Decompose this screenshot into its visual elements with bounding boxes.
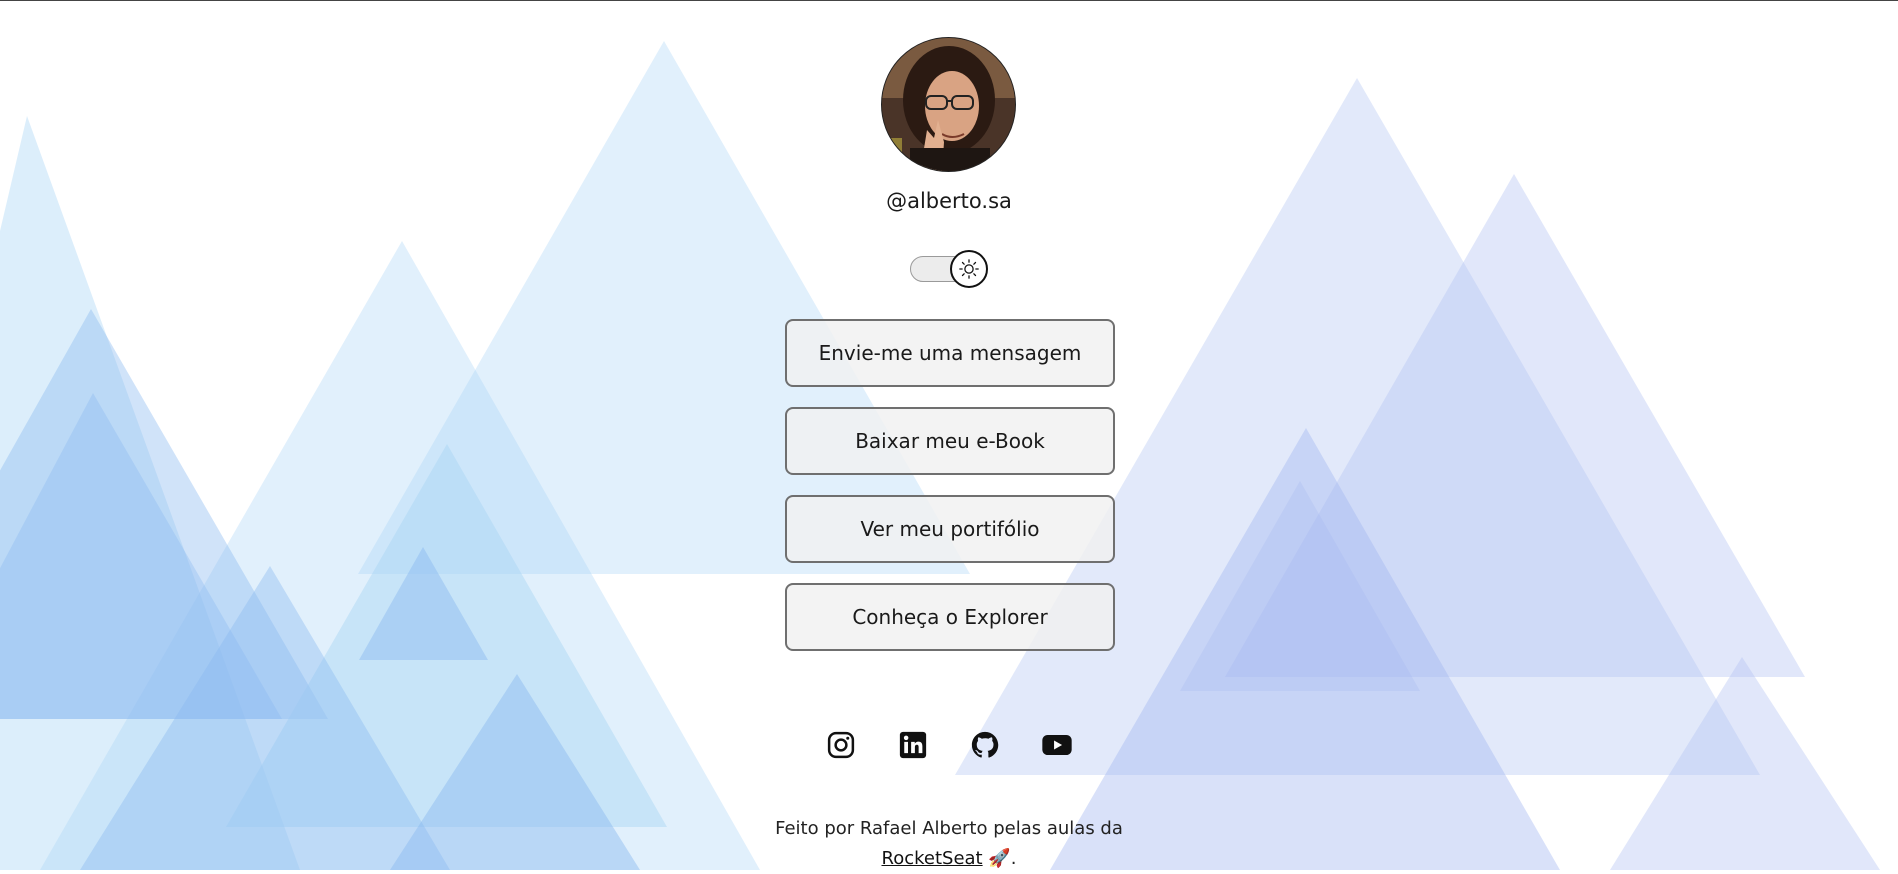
link-button-portfolio[interactable]: Ver meu portifólio bbox=[785, 495, 1115, 563]
instagram-link[interactable] bbox=[823, 727, 859, 763]
linkedin-link[interactable] bbox=[895, 727, 931, 763]
profile-handle: @alberto.sa bbox=[886, 189, 1012, 213]
link-button-message[interactable]: Envie-me uma mensagem bbox=[785, 319, 1115, 387]
theme-toggle[interactable] bbox=[910, 250, 990, 288]
footer-period: . bbox=[1010, 848, 1017, 869]
footer-text: Feito por Rafael Alberto pelas aulas da bbox=[775, 818, 1123, 839]
avatar bbox=[881, 37, 1016, 172]
page-content: @alberto.sa Envie-me uma mensagem Baixar… bbox=[0, 1, 1898, 870]
sun-icon bbox=[959, 259, 979, 279]
link-list: Envie-me uma mensagem Baixar meu e-Book … bbox=[785, 319, 1115, 671]
link-button-ebook[interactable]: Baixar meu e-Book bbox=[785, 407, 1115, 475]
footer-line-2: RocketSeat 🚀. bbox=[749, 844, 1149, 874]
youtube-link[interactable] bbox=[1039, 727, 1075, 763]
rocketseat-link[interactable]: RocketSeat bbox=[882, 848, 983, 869]
github-icon bbox=[971, 731, 999, 758]
linkedin-icon bbox=[899, 731, 927, 759]
social-links bbox=[823, 727, 1075, 763]
rocket-emoji: 🚀 bbox=[988, 848, 1011, 869]
instagram-icon bbox=[827, 731, 855, 759]
youtube-icon bbox=[1042, 735, 1072, 755]
avatar-photo bbox=[882, 38, 1015, 171]
footer: Feito por Rafael Alberto pelas aulas da … bbox=[749, 814, 1149, 874]
github-link[interactable] bbox=[967, 727, 1003, 763]
theme-toggle-knob[interactable] bbox=[950, 250, 988, 288]
link-button-explorer[interactable]: Conheça o Explorer bbox=[785, 583, 1115, 651]
